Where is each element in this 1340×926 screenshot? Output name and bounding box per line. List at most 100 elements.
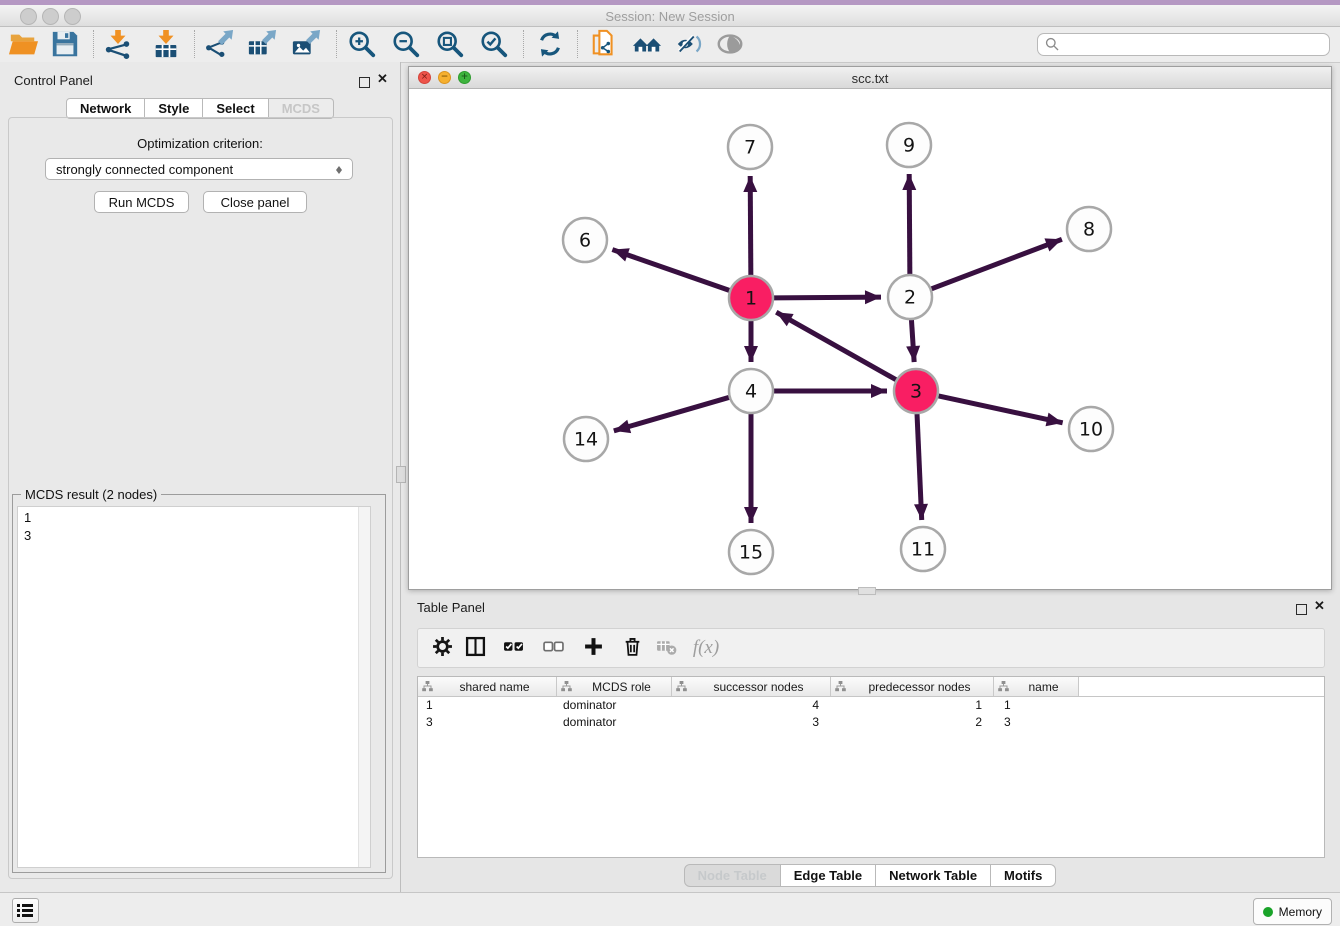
tab-style[interactable]: Style [145, 98, 203, 119]
tab-edge-table[interactable]: Edge Table [781, 864, 876, 887]
table-row[interactable]: 1dominator411 [418, 697, 1324, 714]
clone-network-icon[interactable] [588, 28, 622, 60]
memory-label: Memory [1279, 905, 1322, 919]
mcds-result-title: MCDS result (2 nodes) [21, 487, 161, 502]
graph-node-1[interactable]: 1 [729, 276, 773, 320]
graph-node-7[interactable]: 7 [728, 125, 772, 169]
run-mcds-button[interactable]: Run MCDS [94, 191, 189, 213]
graph-edge-3-10[interactable] [938, 396, 1062, 423]
close-panel-icon[interactable]: ✕ [377, 71, 388, 87]
task-history-button[interactable] [12, 898, 39, 923]
delete-table-icon[interactable] [653, 635, 680, 661]
graph-node-4[interactable]: 4 [729, 369, 773, 413]
result-scrollbar[interactable] [358, 507, 370, 867]
export-network-icon[interactable] [202, 28, 236, 60]
table-cell: 2 [831, 714, 994, 731]
column-header-mcds-role[interactable]: MCDS role [557, 677, 672, 696]
optimization-criterion-select[interactable]: strongly connected component [45, 158, 353, 180]
show-all-icon[interactable] [630, 28, 664, 60]
status-bar: Memory [0, 892, 1340, 926]
graph-edge-1-7[interactable] [750, 176, 751, 275]
float-table-panel-icon[interactable] [1296, 602, 1307, 620]
table-cell: 3 [994, 714, 1079, 731]
export-image-icon[interactable] [289, 28, 323, 60]
graph-node-9[interactable]: 9 [887, 123, 931, 167]
column-header-shared-name[interactable]: shared name [418, 677, 557, 696]
tab-network-table[interactable]: Network Table [876, 864, 991, 887]
select-all-rows-icon[interactable] [500, 635, 527, 661]
show-hidden-icon[interactable] [713, 28, 747, 60]
import-table-icon[interactable] [149, 28, 183, 60]
column-chooser-icon[interactable] [462, 635, 489, 661]
table-cell: 3 [418, 714, 557, 731]
svg-text:3: 3 [910, 381, 922, 403]
network-window-titlebar[interactable]: × − + scc.txt [409, 67, 1331, 89]
graph-node-14[interactable]: 14 [564, 417, 608, 461]
network-graph-canvas[interactable]: 7 9 6 8 1 2 4 3 14 10 15 11 [409, 89, 1331, 589]
import-network-icon[interactable] [101, 28, 135, 60]
graph-edge-2-3[interactable] [911, 320, 914, 362]
open-session-icon[interactable] [6, 28, 40, 60]
tab-mcds[interactable]: MCDS [269, 98, 334, 119]
float-panel-icon[interactable] [359, 75, 370, 93]
tab-node-table[interactable]: Node Table [684, 864, 781, 887]
graph-node-8[interactable]: 8 [1067, 207, 1111, 251]
vertical-splitter-handle[interactable] [396, 466, 406, 483]
graph-edge-4-14[interactable] [614, 397, 729, 430]
graph-edge-2-9[interactable] [909, 174, 910, 274]
graph-node-15[interactable]: 15 [729, 530, 773, 574]
tab-motifs[interactable]: Motifs [991, 864, 1056, 887]
zoom-out-icon[interactable] [389, 28, 423, 60]
zoom-selected-icon[interactable] [477, 28, 511, 60]
optimization-criterion-label: Optimization criterion: [0, 136, 400, 151]
svg-text:11: 11 [911, 539, 935, 561]
graph-edge-3-1[interactable] [776, 312, 896, 379]
svg-text:2: 2 [904, 287, 916, 309]
graph-edge-3-11[interactable] [917, 414, 922, 520]
svg-text:7: 7 [744, 137, 756, 159]
table-body: 1dominator4113dominator323 [418, 697, 1324, 730]
table-row[interactable]: 3dominator323 [418, 714, 1324, 731]
table-cell: 1 [418, 697, 557, 714]
close-table-panel-icon[interactable]: ✕ [1314, 598, 1325, 614]
deselect-all-rows-icon[interactable] [540, 635, 567, 661]
mcds-result-textarea[interactable]: 1 3 [17, 506, 371, 868]
column-header-predecessor-nodes[interactable]: predecessor nodes [831, 677, 994, 696]
graph-node-3[interactable]: 3 [894, 369, 938, 413]
graph-edge-2-8[interactable] [932, 239, 1062, 289]
table-settings-gear-icon[interactable] [429, 635, 456, 661]
tab-select[interactable]: Select [203, 98, 268, 119]
sort-hierarchy-icon [561, 681, 572, 692]
zoom-fit-icon[interactable] [433, 28, 467, 60]
graph-node-11[interactable]: 11 [901, 527, 945, 571]
close-panel-button[interactable]: Close panel [203, 191, 307, 213]
graph-edge-1-2[interactable] [774, 297, 881, 298]
save-session-icon[interactable] [48, 28, 82, 60]
refresh-icon[interactable] [533, 28, 567, 60]
graph-edge-1-6[interactable] [612, 250, 729, 291]
svg-text:4: 4 [745, 381, 757, 403]
export-table-icon[interactable] [245, 28, 279, 60]
memory-button[interactable]: Memory [1253, 898, 1332, 925]
horizontal-splitter-handle[interactable] [858, 587, 876, 595]
table-cell: 1 [994, 697, 1079, 714]
svg-text:8: 8 [1083, 219, 1095, 241]
hide-selected-icon[interactable] [673, 28, 707, 60]
mcds-result-group: MCDS result (2 nodes) 1 3 [12, 494, 386, 873]
add-column-icon[interactable] [580, 635, 607, 661]
column-header-successor-nodes[interactable]: successor nodes [672, 677, 831, 696]
table-panel-title: Table Panel [417, 600, 485, 615]
zoom-in-icon[interactable] [345, 28, 379, 60]
graph-node-6[interactable]: 6 [563, 218, 607, 262]
search-input[interactable] [1064, 35, 1323, 54]
control-panel-title: Control Panel [14, 73, 93, 88]
tab-network[interactable]: Network [66, 98, 145, 119]
table-cell: dominator [557, 714, 672, 731]
table-cell: dominator [557, 697, 672, 714]
sort-hierarchy-icon [676, 681, 687, 692]
function-builder-icon[interactable]: f(x) [686, 635, 726, 661]
delete-column-trash-icon[interactable] [619, 635, 646, 661]
column-header-name[interactable]: name [994, 677, 1079, 696]
graph-node-10[interactable]: 10 [1069, 407, 1113, 451]
graph-node-2[interactable]: 2 [888, 275, 932, 319]
